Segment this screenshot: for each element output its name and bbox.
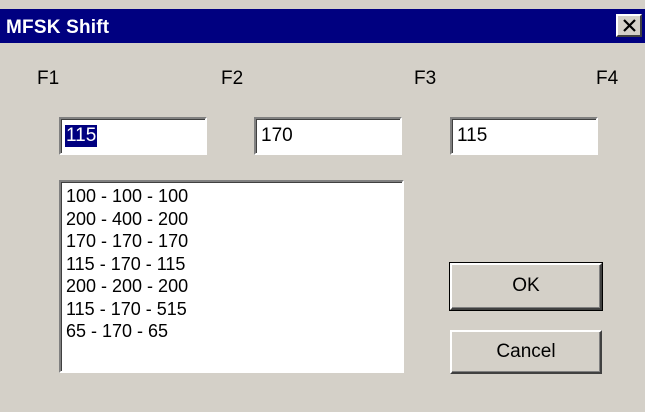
list-item[interactable]: 200 - 400 - 200 (66, 208, 402, 231)
list-item[interactable]: 170 - 170 - 170 (66, 230, 402, 253)
mfsk-shift-dialog: MFSK Shift F1 F2 F3 F4 115 170 115 100 -… (0, 0, 645, 412)
f2-input[interactable]: 170 (254, 117, 402, 155)
f1-input[interactable]: 115 (59, 117, 207, 155)
f3-input[interactable]: 115 (450, 117, 598, 155)
list-item[interactable]: 200 - 200 - 200 (66, 275, 402, 298)
window-title: MFSK Shift (6, 17, 110, 38)
label-f3: F3 (414, 68, 437, 89)
list-item[interactable]: 115 - 170 - 115 (66, 253, 402, 276)
title-bar[interactable]: MFSK Shift (0, 9, 645, 43)
list-item[interactable]: 115 - 170 - 515 (66, 298, 402, 321)
f1-input-value: 115 (65, 125, 98, 147)
list-item[interactable]: 100 - 100 - 100 (66, 185, 402, 208)
cancel-button[interactable]: Cancel (450, 330, 602, 374)
cancel-button-label: Cancel (496, 341, 556, 362)
f2-input-value: 170 (261, 125, 293, 146)
ok-button-label: OK (512, 275, 540, 296)
label-f4: F4 (596, 68, 619, 89)
ok-button[interactable]: OK (449, 262, 603, 311)
f3-input-value: 115 (457, 125, 488, 146)
label-f2: F2 (221, 68, 244, 89)
list-item[interactable]: 65 - 170 - 65 (66, 320, 402, 343)
close-button[interactable] (616, 14, 642, 37)
label-f1: F1 (37, 68, 60, 89)
preset-listbox[interactable]: 100 - 100 - 100 200 - 400 - 200 170 - 17… (59, 180, 404, 373)
close-icon (623, 19, 636, 32)
